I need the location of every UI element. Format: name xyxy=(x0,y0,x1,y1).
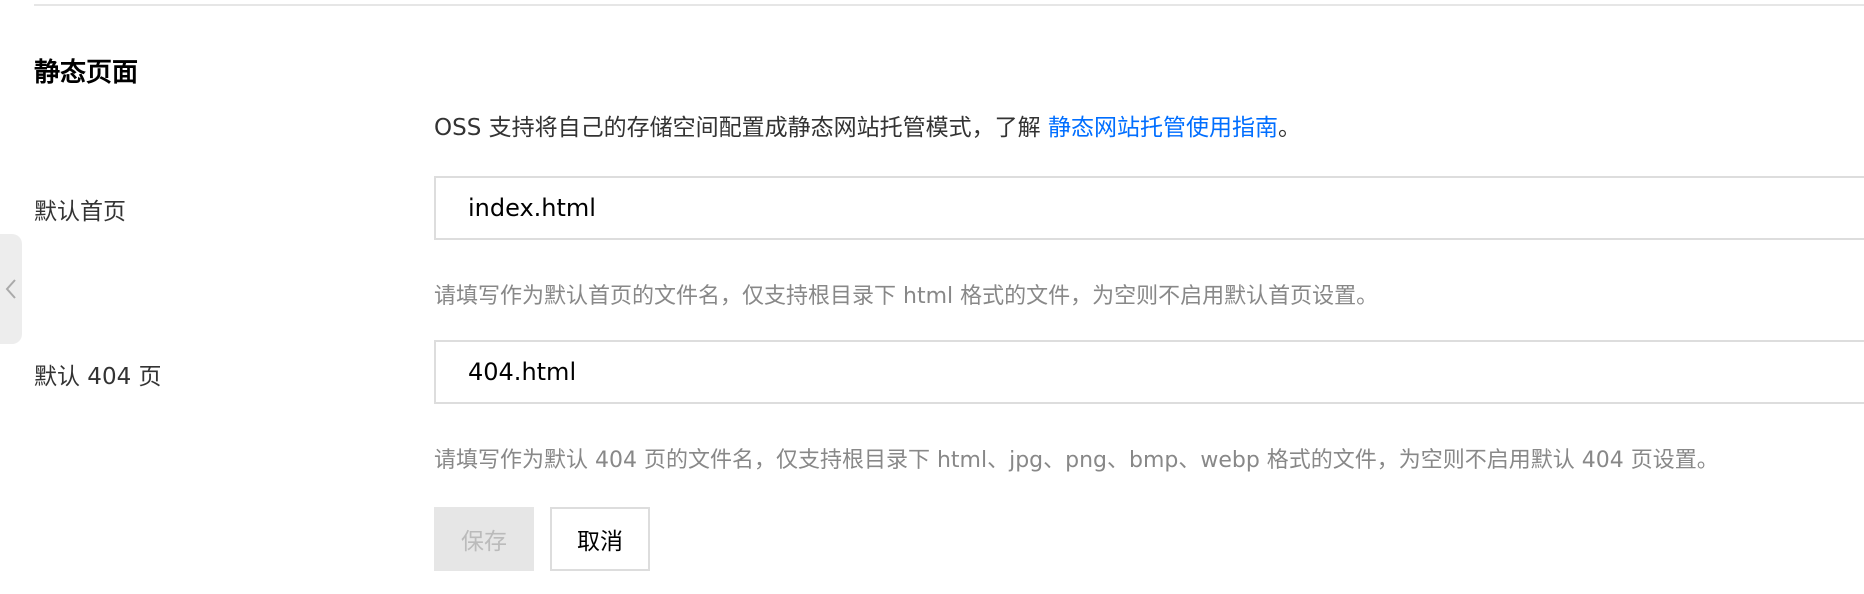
hosting-guide-link[interactable]: 静态网站托管使用指南 xyxy=(1048,115,1278,141)
sidebar-collapse-toggle[interactable] xyxy=(0,234,22,344)
index-page-input[interactable] xyxy=(434,176,1864,240)
index-page-hint: 请填写作为默认首页的文件名，仅支持根目录下 html 格式的文件，为空则不启用默… xyxy=(434,284,1379,309)
index-page-label: 默认首页 xyxy=(34,199,126,225)
static-page-settings: 静态页面 OSS 支持将自己的存储空间配置成静态网站托管模式，了解 静态网站托管… xyxy=(0,0,1864,594)
error-page-hint: 请填写作为默认 404 页的文件名，仅支持根目录下 html、jpg、png、b… xyxy=(434,448,1719,473)
top-divider xyxy=(34,4,1864,6)
intro-text: OSS 支持将自己的存储空间配置成静态网站托管模式，了解 xyxy=(434,115,1041,141)
section-title: 静态页面 xyxy=(34,58,139,88)
chevron-left-icon xyxy=(5,279,16,299)
section-intro: OSS 支持将自己的存储空间配置成静态网站托管模式，了解 静态网站托管使用指南。 xyxy=(434,108,1301,142)
error-page-input[interactable] xyxy=(434,340,1864,404)
cancel-button[interactable]: 取消 xyxy=(550,507,650,571)
save-button[interactable]: 保存 xyxy=(434,507,534,571)
error-page-label: 默认 404 页 xyxy=(34,364,162,390)
intro-end: 。 xyxy=(1277,115,1301,141)
